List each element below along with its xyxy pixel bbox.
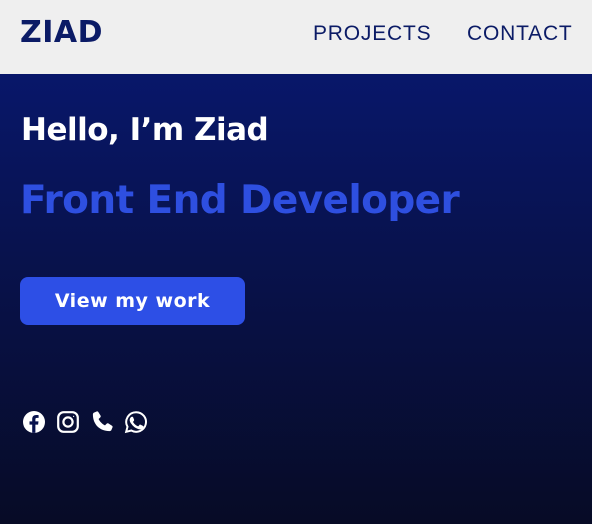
- site-header: ZIAD PROJECTS CONTACT: [0, 0, 592, 74]
- facebook-icon[interactable]: [22, 410, 46, 434]
- instagram-icon[interactable]: [56, 410, 80, 434]
- whatsapp-icon[interactable]: [124, 410, 148, 434]
- hero-greeting: Hello, I’m Ziad: [21, 112, 269, 148]
- logo[interactable]: ZIAD: [20, 15, 103, 50]
- hero-section: Hello, I’m Ziad Front End Developer View…: [0, 74, 592, 524]
- phone-icon[interactable]: [90, 410, 114, 434]
- hero-role: Front End Developer: [20, 178, 460, 223]
- social-links: [22, 410, 148, 434]
- nav-link-projects[interactable]: PROJECTS: [313, 22, 431, 46]
- view-work-button[interactable]: View my work: [20, 277, 245, 325]
- nav-link-contact[interactable]: CONTACT: [467, 22, 573, 46]
